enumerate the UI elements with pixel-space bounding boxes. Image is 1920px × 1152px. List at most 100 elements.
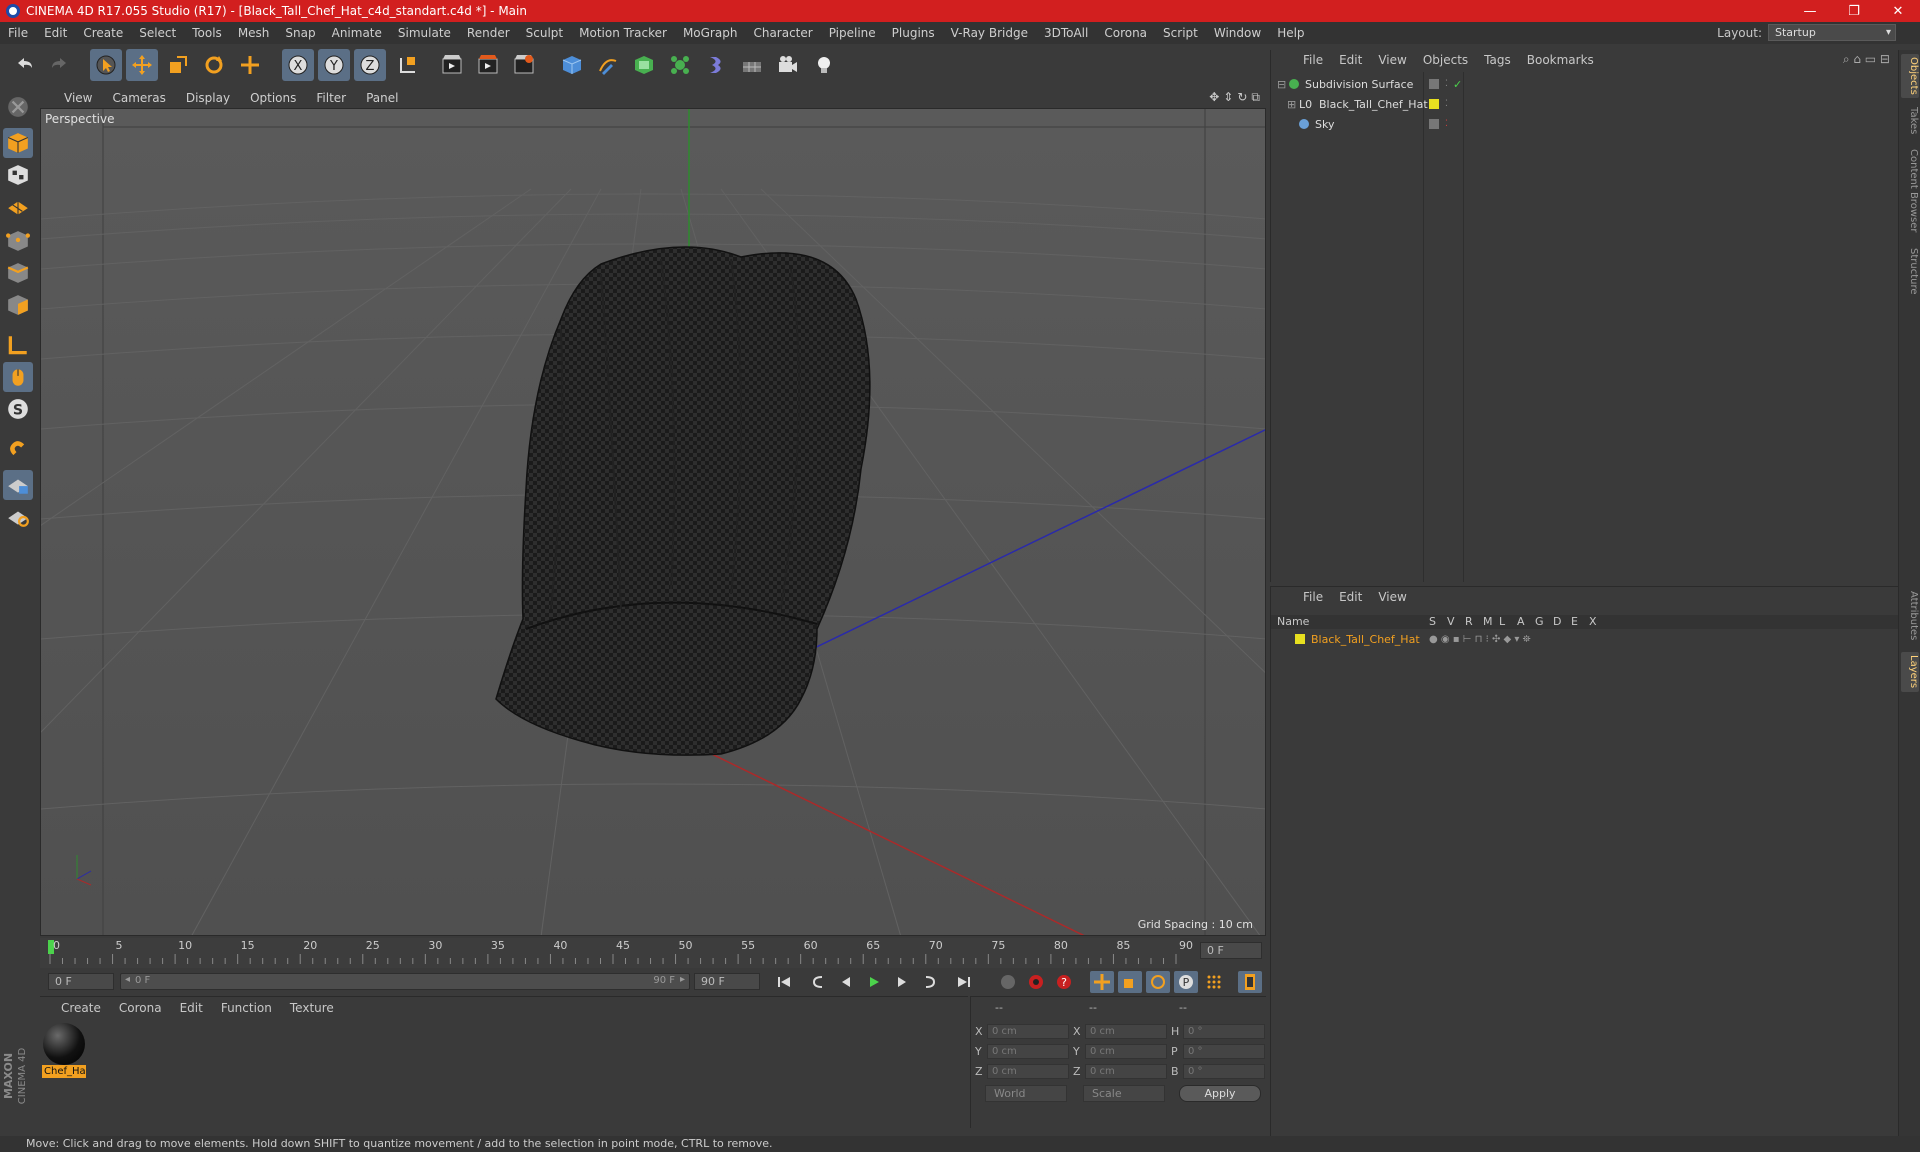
add-spline-button[interactable]: [592, 49, 624, 81]
add-nurbs-button[interactable]: [628, 49, 660, 81]
viewport-menu-options[interactable]: Options: [240, 91, 306, 105]
axis-x-button[interactable]: X: [282, 49, 314, 81]
object-row-chef-hat[interactable]: ⊞ L0 Black_Tall_Chef_Hat ⁚: [1271, 94, 1899, 114]
go-to-start-button[interactable]: [772, 971, 796, 993]
menu-plugins[interactable]: Plugins: [884, 26, 943, 40]
apply-button[interactable]: Apply: [1179, 1085, 1261, 1102]
polygons-mode-button[interactable]: [3, 290, 33, 320]
tab-structure[interactable]: Structure: [1901, 244, 1919, 298]
undo-button[interactable]: [8, 49, 40, 81]
viewport-zoom-icon[interactable]: ⇕: [1223, 90, 1233, 105]
material-swatch[interactable]: Chef_Ha: [42, 1023, 86, 1079]
layer-menu-view[interactable]: View: [1370, 590, 1414, 604]
viewport-menu-filter[interactable]: Filter: [306, 91, 356, 105]
material-menu-edit[interactable]: Edit: [171, 1001, 212, 1015]
texture-mode-button[interactable]: [3, 160, 33, 190]
tab-layers[interactable]: Layers: [1901, 652, 1919, 692]
object-row-subdivision-surface[interactable]: ⊟ Subdivision Surface ⁚ ✓: [1271, 74, 1899, 94]
pos-z-field[interactable]: 0 cm: [987, 1064, 1069, 1079]
tab-attributes[interactable]: Attributes: [1901, 586, 1919, 646]
key-position-button[interactable]: [1090, 971, 1114, 993]
key-scale-button[interactable]: [1118, 971, 1142, 993]
minimize-button[interactable]: —: [1788, 0, 1832, 22]
autokeying-button[interactable]: [1024, 971, 1048, 993]
menu-mesh[interactable]: Mesh: [230, 26, 278, 40]
key-pla-button[interactable]: [1202, 971, 1226, 993]
pos-y-field[interactable]: 0 cm: [987, 1044, 1069, 1059]
pos-x-field[interactable]: 0 cm: [987, 1024, 1069, 1039]
viewport-rotate-icon[interactable]: ↻: [1237, 90, 1247, 105]
material-menu-corona[interactable]: Corona: [110, 1001, 171, 1015]
visibility-dots[interactable]: ⁚: [1445, 99, 1448, 109]
viewport-camera-label[interactable]: Perspective: [45, 112, 115, 126]
rot-p-field[interactable]: 0 °: [1183, 1044, 1265, 1059]
layer-swatch[interactable]: [1429, 99, 1439, 109]
menu-3dtoall[interactable]: 3DToAll: [1036, 26, 1096, 40]
layer-menu-file[interactable]: File: [1295, 590, 1331, 604]
menu-create[interactable]: Create: [75, 26, 131, 40]
visibility-dots[interactable]: ⁚: [1445, 79, 1448, 89]
object-manager-search-icon[interactable]: ⌕ ⌂ ▭ ⊟: [1843, 52, 1890, 67]
points-mode-button[interactable]: [3, 226, 33, 256]
object-row-sky[interactable]: Sky ⁚: [1271, 114, 1899, 134]
go-to-end-button[interactable]: [952, 971, 976, 993]
snapping-button[interactable]: [3, 434, 33, 464]
menu-pipeline[interactable]: Pipeline: [821, 26, 884, 40]
layer-row[interactable]: Black_Tall_Chef_Hat ● ◉ ▪ ⊢ ⊓ ⁝ ✣ ◆ ▾ ⛯: [1271, 631, 1899, 647]
axis-mode-button[interactable]: [3, 330, 33, 360]
previous-key-button[interactable]: [806, 971, 830, 993]
size-y-field[interactable]: 0 cm: [1085, 1044, 1167, 1059]
axis-y-button[interactable]: Y: [318, 49, 350, 81]
rot-h-field[interactable]: 0 °: [1183, 1024, 1265, 1039]
previous-frame-button[interactable]: [834, 971, 858, 993]
layer-swatch[interactable]: [1429, 79, 1439, 89]
maximize-button[interactable]: ❐: [1832, 0, 1876, 22]
timeline-ruler[interactable]: 0 5 10 15 20 25 30 35 40 45 50 55 60 65 70 75 80 85 90 0 F: [40, 938, 1266, 968]
viewport-maximize-icon[interactable]: ⧉: [1251, 90, 1260, 105]
planar-workplane-button[interactable]: [3, 502, 33, 532]
record-active-objects-button[interactable]: [996, 971, 1020, 993]
menu-script[interactable]: Script: [1155, 26, 1206, 40]
viewport-menu-cameras[interactable]: Cameras: [102, 91, 175, 105]
tab-content-browser[interactable]: Content Browser: [1901, 146, 1919, 236]
transform-tool-button[interactable]: [234, 49, 266, 81]
menu-simulate[interactable]: Simulate: [390, 26, 459, 40]
render-view-button[interactable]: [436, 49, 468, 81]
add-mograph-button[interactable]: [664, 49, 696, 81]
layer-color-swatch[interactable]: [1295, 634, 1305, 644]
add-camera-button[interactable]: [772, 49, 804, 81]
model-mode-button[interactable]: [3, 128, 33, 158]
add-deformer-button[interactable]: [700, 49, 732, 81]
rotate-tool-button[interactable]: [198, 49, 230, 81]
menu-render[interactable]: Render: [459, 26, 518, 40]
tab-objects[interactable]: Objects: [1901, 54, 1919, 98]
menu-vray-bridge[interactable]: V-Ray Bridge: [943, 26, 1036, 40]
viewport-menu-panel[interactable]: Panel: [356, 91, 408, 105]
tab-takes[interactable]: Takes: [1901, 104, 1919, 138]
viewport-pan-icon[interactable]: ✥: [1209, 90, 1219, 105]
object-menu-edit[interactable]: Edit: [1331, 53, 1370, 67]
layer-swatch[interactable]: [1429, 119, 1439, 129]
menu-help[interactable]: Help: [1269, 26, 1312, 40]
end-frame-field[interactable]: 90 F: [694, 973, 760, 990]
viewport-menu-view[interactable]: View: [54, 91, 102, 105]
menu-corona[interactable]: Corona: [1096, 26, 1155, 40]
material-menu-create[interactable]: Create: [52, 1001, 110, 1015]
start-frame-field[interactable]: 0 F: [48, 973, 114, 990]
menu-sculpt[interactable]: Sculpt: [518, 26, 571, 40]
menu-motion-tracker[interactable]: Motion Tracker: [571, 26, 675, 40]
object-menu-tags[interactable]: Tags: [1476, 53, 1519, 67]
material-menu-texture[interactable]: Texture: [281, 1001, 343, 1015]
render-settings-button[interactable]: [508, 49, 540, 81]
rot-b-field[interactable]: 0 °: [1183, 1064, 1265, 1079]
layer-toggle-icons[interactable]: ● ◉ ▪ ⊢ ⊓ ⁝ ✣ ◆ ▾ ⛯: [1429, 634, 1531, 645]
close-button[interactable]: ✕: [1876, 0, 1920, 22]
current-frame-field[interactable]: 0 F: [1200, 942, 1262, 959]
tweak-mode-button[interactable]: [3, 362, 33, 392]
object-menu-objects[interactable]: Objects: [1415, 53, 1476, 67]
size-x-field[interactable]: 0 cm: [1085, 1024, 1167, 1039]
coordinate-space-select[interactable]: World: [985, 1085, 1067, 1102]
layout-select[interactable]: Startup: [1768, 24, 1896, 41]
object-menu-view[interactable]: View: [1370, 53, 1414, 67]
workplane-mode-button[interactable]: [3, 192, 33, 222]
